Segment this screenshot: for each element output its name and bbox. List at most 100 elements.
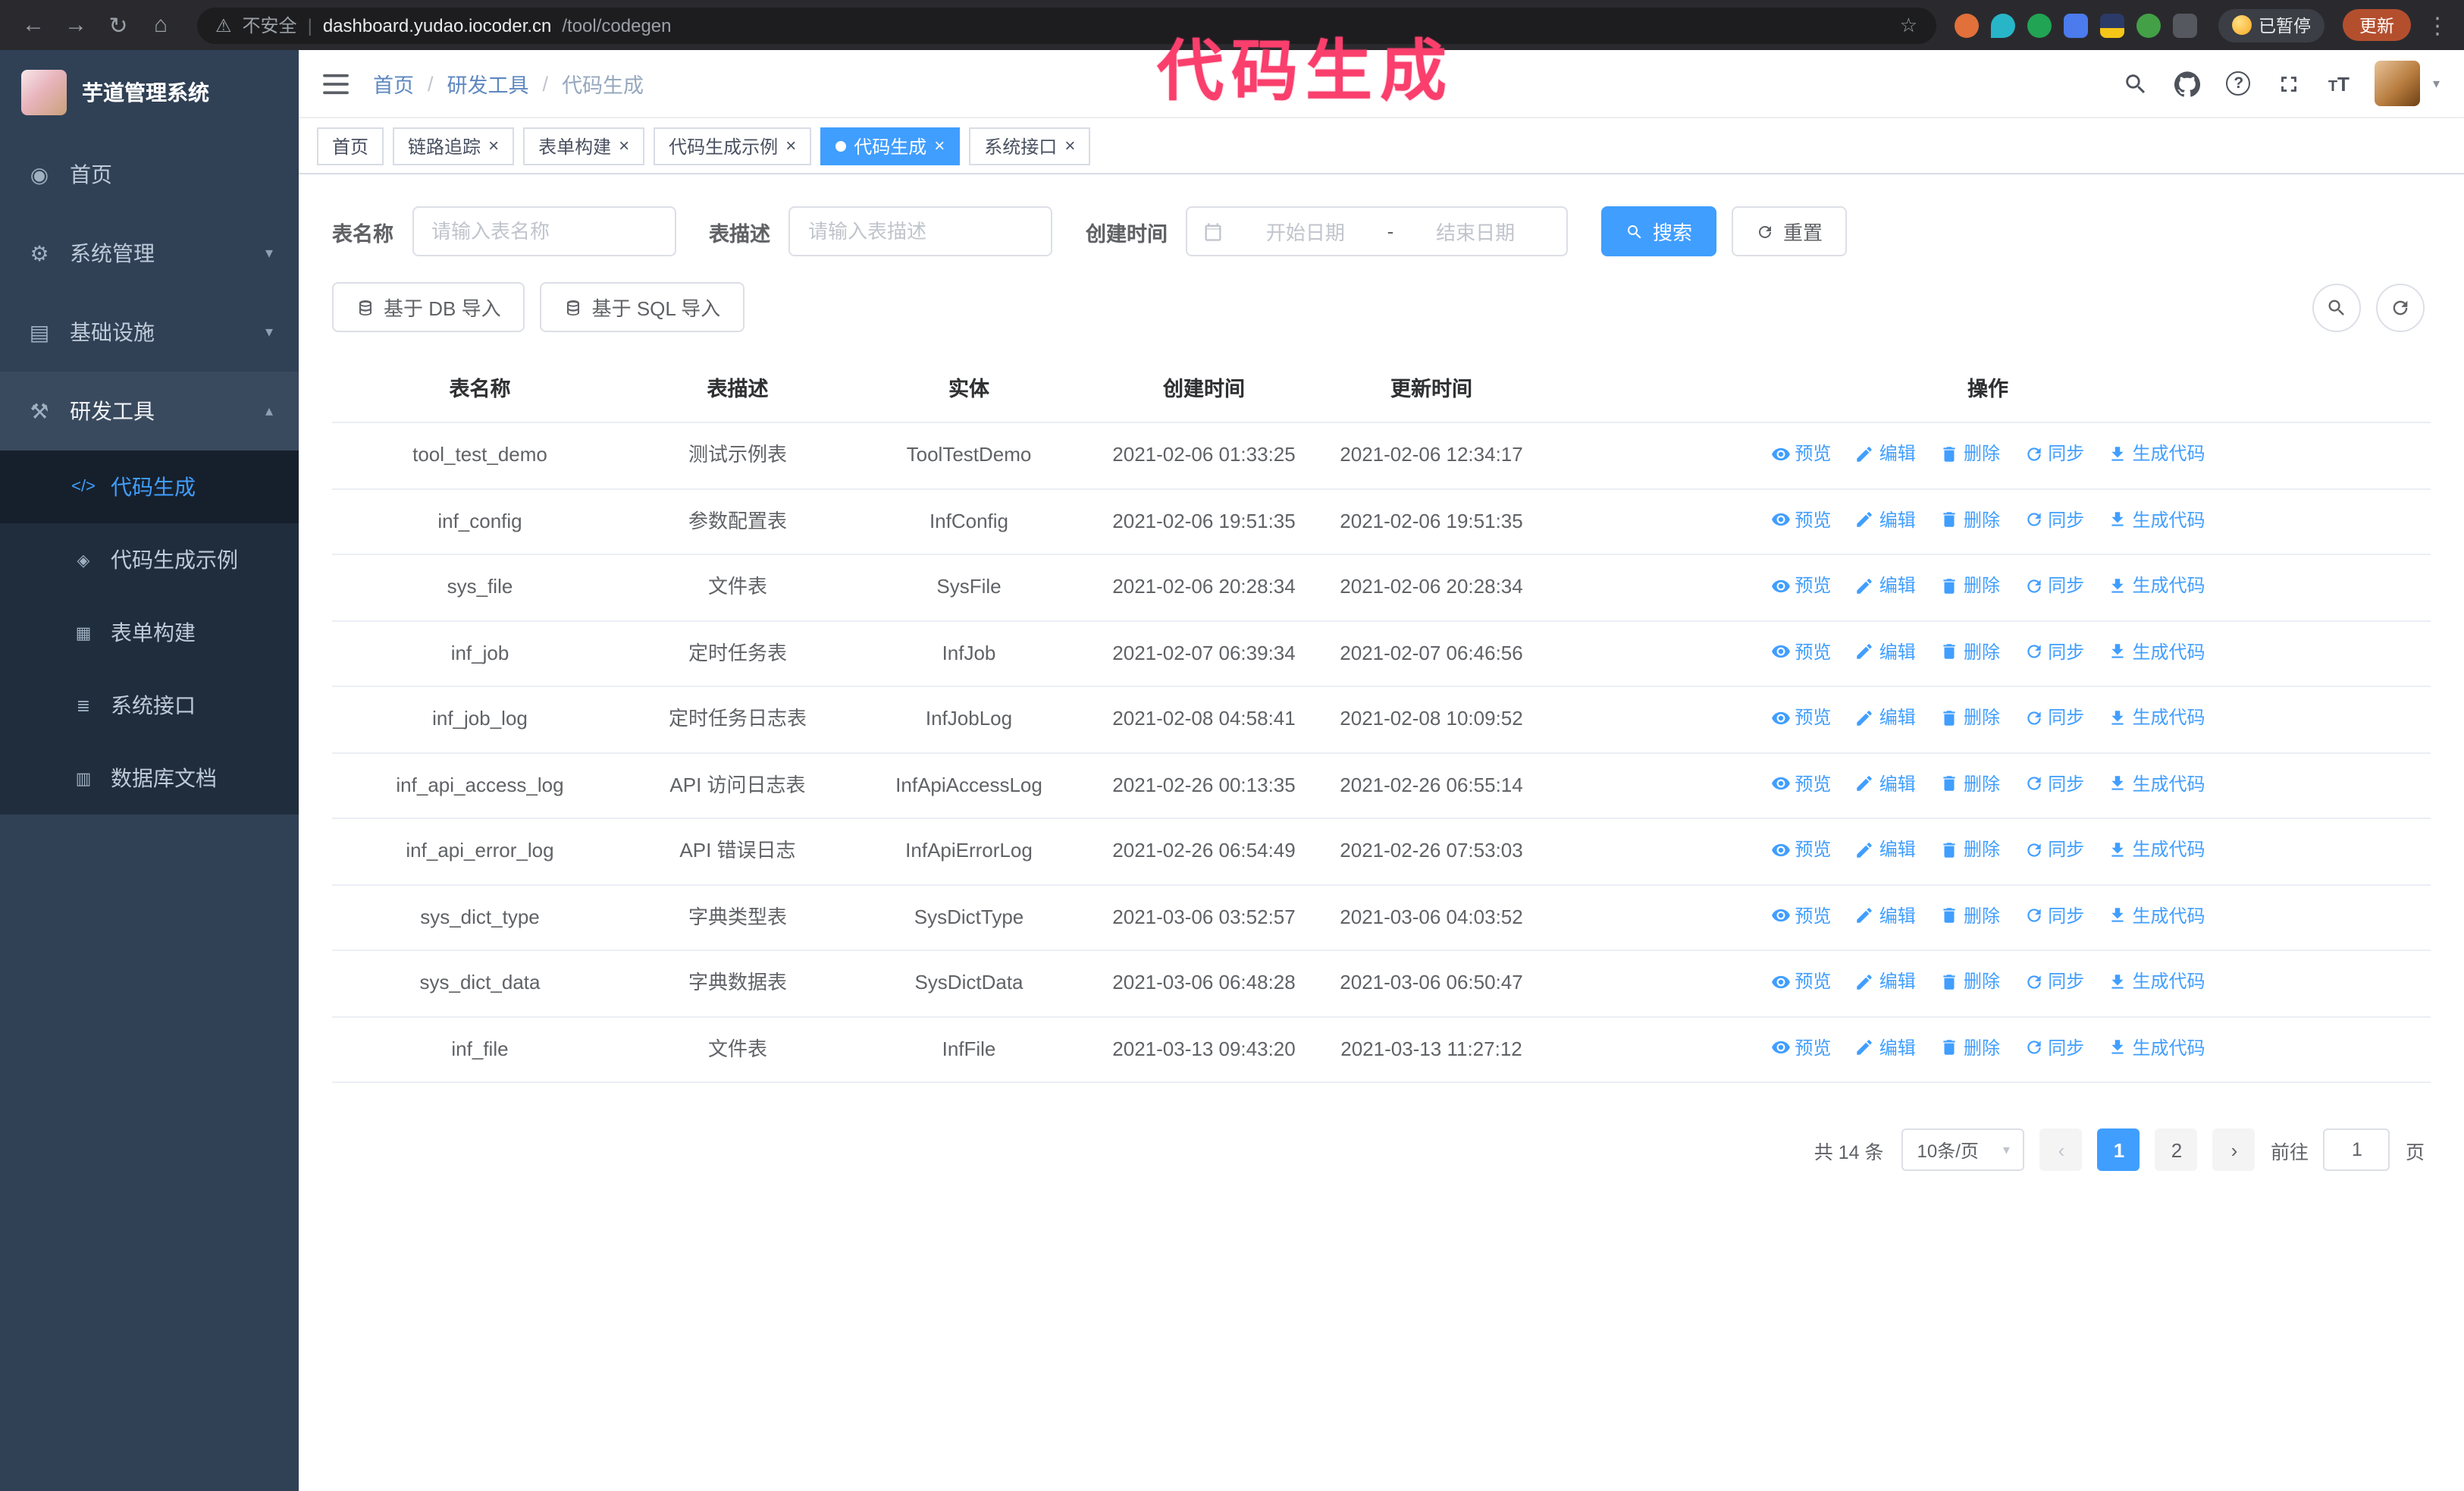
edit-link[interactable]: 编辑 [1855, 570, 1916, 601]
edit-link[interactable]: 编辑 [1855, 1032, 1916, 1063]
generate-code-link[interactable]: 生成代码 [2108, 702, 2205, 733]
avatar-caret-icon[interactable]: ▾ [2433, 75, 2440, 92]
address-bar[interactable]: ⚠ 不安全 | dashboard.yudao.iocoder.cn /tool… [197, 7, 1936, 43]
tab-tracing[interactable]: 链路追踪 × [393, 127, 515, 165]
table-desc-input[interactable] [788, 206, 1052, 256]
tab-codegen[interactable]: 代码生成 × [820, 127, 961, 165]
chrome-update-button[interactable]: 更新 [2343, 9, 2411, 41]
generate-code-link[interactable]: 生成代码 [2108, 834, 2205, 865]
edit-link[interactable]: 编辑 [1855, 834, 1916, 865]
preview-link[interactable]: 预览 [1770, 702, 1831, 733]
close-icon[interactable]: × [934, 137, 945, 155]
extension-icon-1[interactable] [1954, 13, 1978, 37]
edit-link[interactable]: 编辑 [1855, 768, 1916, 799]
generate-code-link[interactable]: 生成代码 [2108, 1032, 2205, 1063]
extension-icon-5[interactable] [2099, 13, 2124, 37]
delete-link[interactable]: 删除 [1939, 570, 2000, 601]
import-db-button[interactable]: 基于 DB 导入 [332, 282, 525, 332]
forward-icon[interactable]: → [58, 7, 94, 43]
preview-link[interactable]: 预览 [1770, 834, 1831, 865]
sidebar-item-codegen-demo[interactable]: ◈ 代码生成示例 [0, 523, 299, 596]
delete-link[interactable]: 删除 [1939, 702, 2000, 733]
edit-link[interactable]: 编辑 [1855, 438, 1916, 469]
reset-button[interactable]: 重置 [1732, 206, 1848, 256]
font-size-icon[interactable]: TT [2328, 72, 2350, 95]
delete-link[interactable]: 删除 [1939, 768, 2000, 799]
delete-link[interactable]: 删除 [1939, 438, 2000, 469]
goto-page-input[interactable] [2323, 1128, 2390, 1171]
hamburger-icon[interactable] [323, 72, 349, 95]
sync-link[interactable]: 同步 [2024, 504, 2084, 535]
sidebar-item-system[interactable]: ⚙ 系统管理 ▾ [0, 214, 299, 293]
generate-code-link[interactable]: 生成代码 [2108, 636, 2205, 667]
generate-code-link[interactable]: 生成代码 [2108, 570, 2205, 601]
delete-link[interactable]: 删除 [1939, 966, 2000, 997]
edit-link[interactable]: 编辑 [1855, 636, 1916, 667]
tab-form-builder[interactable]: 表单构建 × [523, 127, 645, 165]
close-icon[interactable]: × [1064, 137, 1075, 155]
next-page-button[interactable]: › [2212, 1128, 2256, 1171]
browser-menu-icon[interactable]: ⋮ [2426, 11, 2449, 39]
generate-code-link[interactable]: 生成代码 [2108, 438, 2205, 469]
sync-link[interactable]: 同步 [2024, 966, 2084, 997]
sidebar-item-system-api[interactable]: ≣ 系统接口 [0, 669, 299, 742]
home-icon[interactable]: ⌂ [143, 7, 179, 43]
bookmark-star-icon[interactable]: ☆ [1900, 13, 1917, 37]
preview-link[interactable]: 预览 [1770, 636, 1831, 667]
tab-home[interactable]: 首页 [317, 127, 384, 165]
preview-link[interactable]: 预览 [1770, 768, 1831, 799]
puzzle-icon[interactable] [2172, 13, 2196, 37]
sync-link[interactable]: 同步 [2024, 570, 2084, 601]
sync-link[interactable]: 同步 [2024, 636, 2084, 667]
preview-link[interactable]: 预览 [1770, 570, 1831, 601]
edit-link[interactable]: 编辑 [1855, 966, 1916, 997]
edit-link[interactable]: 编辑 [1855, 504, 1916, 535]
delete-link[interactable]: 删除 [1939, 834, 2000, 865]
page-button-1[interactable]: 1 [2097, 1128, 2140, 1171]
refresh-table-button[interactable] [2376, 283, 2425, 331]
avatar[interactable] [2375, 61, 2421, 106]
extension-icon-3[interactable] [2027, 13, 2051, 37]
page-button-2[interactable]: 2 [2155, 1128, 2198, 1171]
generate-code-link[interactable]: 生成代码 [2108, 504, 2205, 535]
date-range-picker[interactable]: 开始日期 - 结束日期 [1186, 206, 1568, 256]
preview-link[interactable]: 预览 [1770, 504, 1831, 535]
close-icon[interactable]: × [488, 137, 499, 155]
breadcrumb-home[interactable]: 首页 [373, 68, 414, 99]
close-icon[interactable]: × [785, 137, 796, 155]
page-size-select[interactable]: 10条/页 ▾ [1901, 1128, 2025, 1171]
sidebar-item-devtools[interactable]: ⚒ 研发工具 ▴ [0, 372, 299, 450]
delete-link[interactable]: 删除 [1939, 900, 2000, 931]
generate-code-link[interactable]: 生成代码 [2108, 900, 2205, 931]
sync-link[interactable]: 同步 [2024, 438, 2084, 469]
breadcrumb-devtools[interactable]: 研发工具 [447, 68, 529, 99]
delete-link[interactable]: 删除 [1939, 504, 2000, 535]
search-icon[interactable] [2124, 71, 2149, 96]
sync-link[interactable]: 同步 [2024, 1032, 2084, 1063]
preview-link[interactable]: 预览 [1770, 966, 1831, 997]
toggle-search-button[interactable] [2312, 283, 2361, 331]
tab-system-api[interactable]: 系统接口 × [969, 127, 1091, 165]
sidebar-item-infra[interactable]: ▤ 基础设施 ▾ [0, 293, 299, 372]
sync-link[interactable]: 同步 [2024, 834, 2084, 865]
sidebar-item-form-builder[interactable]: ▦ 表单构建 [0, 596, 299, 669]
sidebar-item-db-docs[interactable]: ▥ 数据库文档 [0, 742, 299, 815]
extension-icon-2[interactable] [1990, 13, 2014, 37]
fullscreen-icon[interactable] [2277, 71, 2303, 96]
tab-codegen-demo[interactable]: 代码生成示例 × [654, 127, 812, 165]
preview-link[interactable]: 预览 [1770, 438, 1831, 469]
edit-link[interactable]: 编辑 [1855, 900, 1916, 931]
table-name-input[interactable] [412, 206, 676, 256]
search-button[interactable]: 搜索 [1601, 206, 1717, 256]
edit-link[interactable]: 编辑 [1855, 702, 1916, 733]
help-icon[interactable]: ? [2226, 71, 2251, 96]
github-icon[interactable] [2174, 71, 2201, 96]
generate-code-link[interactable]: 生成代码 [2108, 966, 2205, 997]
extension-icon-4[interactable] [2063, 13, 2087, 37]
import-sql-button[interactable]: 基于 SQL 导入 [540, 282, 745, 332]
sync-link[interactable]: 同步 [2024, 768, 2084, 799]
sync-link[interactable]: 同步 [2024, 702, 2084, 733]
prev-page-button[interactable]: ‹ [2039, 1128, 2083, 1171]
generate-code-link[interactable]: 生成代码 [2108, 768, 2205, 799]
delete-link[interactable]: 删除 [1939, 636, 2000, 667]
